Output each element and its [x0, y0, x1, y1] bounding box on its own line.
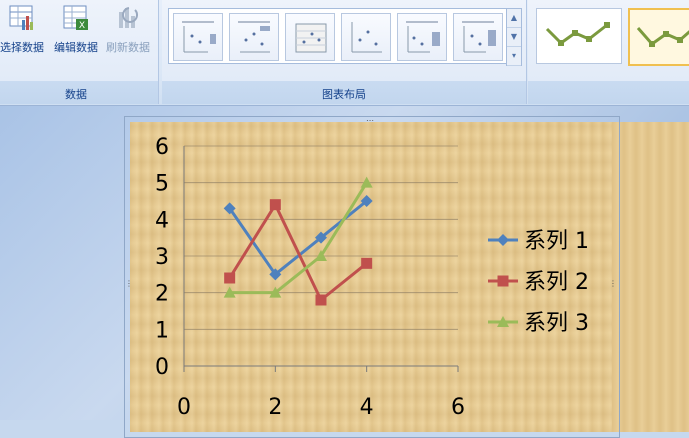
layout-thumb-1[interactable]	[173, 13, 223, 61]
series-3-point-4	[360, 176, 373, 188]
legend-label-1: 系列 1	[524, 229, 589, 254]
layout-1-icon	[182, 21, 216, 53]
select-data-button[interactable]: 选择数据	[0, 4, 48, 55]
data-group: 选择数据 X 编辑数据 刷新数据 数据	[0, 0, 159, 104]
gallery-more-icon[interactable]: ▾	[507, 47, 521, 66]
svg-text:X: X	[79, 21, 85, 31]
legend-marker-1	[497, 234, 509, 246]
y-tick-label-0: 0	[155, 355, 169, 380]
chart-style-2[interactable]	[628, 8, 689, 66]
series-2-point-3	[315, 294, 327, 306]
y-tick-label-6: 6	[155, 135, 169, 160]
layout-thumb-4[interactable]	[341, 13, 391, 61]
y-tick-label-1: 1	[155, 318, 169, 343]
x-tick-label-2: 4	[360, 395, 374, 420]
layout-3-icon	[295, 23, 327, 53]
ribbon: 选择数据 X 编辑数据 刷新数据 数据 ▲ ▼ ▾ 图表布局	[0, 0, 689, 106]
series-2-point-2	[269, 199, 281, 211]
scroll-up-icon[interactable]: ▲	[507, 9, 521, 28]
series-2-point-1	[224, 272, 236, 284]
chart-styles-group	[528, 0, 689, 104]
refresh-data-icon	[119, 7, 138, 28]
layout-gallery-scrollbar[interactable]: ▲ ▼ ▾	[506, 8, 522, 66]
layout-6-icon	[462, 21, 496, 53]
chart-style-1[interactable]	[536, 8, 622, 64]
edit-data-icon: X	[63, 5, 88, 31]
layout-thumb-5[interactable]	[397, 13, 447, 61]
line-chart[interactable]: 0 1 2 3 4 5 6 0 2 4 6 系列 1 系列 2 系列 3	[130, 122, 612, 432]
line-style-1-icon	[545, 22, 610, 46]
legend-label-3: 系列 3	[524, 311, 589, 336]
scroll-down-icon[interactable]: ▼	[507, 28, 521, 47]
legend-marker-2	[497, 275, 509, 287]
y-tick-label-3: 3	[155, 245, 169, 270]
y-tick-label-2: 2	[155, 282, 169, 307]
refresh-data-label: 刷新数据	[106, 41, 150, 54]
x-tick-label-1: 2	[268, 395, 282, 420]
line-style-2-icon	[636, 27, 689, 47]
layout-thumb-3[interactable]	[285, 13, 335, 61]
y-tick-label-4: 4	[155, 208, 169, 233]
legend-label-2: 系列 2	[524, 270, 589, 295]
select-data-icon	[9, 5, 33, 30]
select-data-label: 选择数据	[0, 41, 44, 54]
refresh-data-button[interactable]: 刷新数据	[102, 4, 154, 55]
layout-4-icon	[351, 22, 382, 53]
edit-data-button[interactable]: X 编辑数据	[50, 4, 102, 55]
slide-background	[612, 122, 689, 432]
y-tick-label-5: 5	[155, 172, 169, 197]
series-1-line	[228, 199, 368, 276]
chart-layout-group-label: 图表布局	[322, 88, 366, 101]
series-2-point-4	[361, 257, 373, 269]
data-group-label: 数据	[65, 88, 87, 101]
chart-layout-gallery	[168, 8, 512, 64]
layout-thumb-6[interactable]	[453, 13, 503, 61]
edit-data-label: 编辑数据	[54, 41, 98, 54]
layout-5-icon	[406, 21, 440, 53]
layout-2-icon	[238, 21, 270, 53]
layout-thumb-2[interactable]	[229, 13, 279, 61]
chart-area[interactable]: 0 1 2 3 4 5 6 0 2 4 6 系列 1 系列 2 系列 3	[130, 122, 612, 432]
chart-layout-group: ▲ ▼ ▾ 图表布局	[162, 0, 527, 104]
x-tick-label-0: 0	[177, 395, 191, 420]
x-tick-label-3: 6	[451, 395, 465, 420]
